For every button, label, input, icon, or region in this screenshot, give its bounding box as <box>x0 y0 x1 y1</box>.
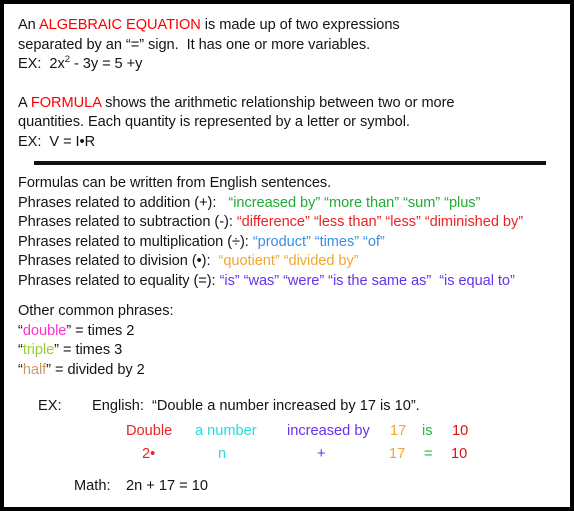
phrase-label: Phrases related to division (•): <box>18 253 211 269</box>
definition-algebraic-equation: An ALGEBRAIC EQUATION is made up of two … <box>18 16 560 75</box>
phrase-term: “less than” <box>313 214 382 230</box>
mapping-english-word: 10 <box>452 423 469 439</box>
phrase-term: “is” <box>219 272 240 289</box>
phrase-term: “was” <box>243 272 280 289</box>
mapping-english-word: is <box>422 423 433 439</box>
slide-container: An ALGEBRAIC EQUATION is made up of two … <box>0 0 574 511</box>
definition-line-1: A FORMULA shows the arithmetic relations… <box>18 94 560 114</box>
example-label: EX: <box>18 56 42 72</box>
other-phrase-definition: = divided by 2 <box>50 361 145 378</box>
definition-line-2: quantities. Each quantity is represented… <box>18 114 410 130</box>
phrase-label: Phrases related to subtraction (-): <box>18 214 233 230</box>
definition-rest: is made up of two expressions <box>200 17 400 33</box>
phrase-label: Phrases related to equality (=): <box>18 272 216 289</box>
phrase-term: “difference” <box>236 214 310 230</box>
phrase-term: “increased by” <box>228 194 321 211</box>
phrase-term: “sum” <box>403 194 441 211</box>
worked-example-math-answer: 2n + 17 = 10 <box>126 478 208 494</box>
other-phrase-item: “double” = times 2 <box>18 322 135 339</box>
phrase-term: “diminished by” <box>424 214 524 230</box>
phrases-section: Formulas can be written from English sen… <box>18 174 560 291</box>
phrase-term: “times” <box>314 233 360 250</box>
phrase-term: “divided by” <box>283 253 359 269</box>
definition-example: EX: 2x2 - 3y = 5 +y <box>18 55 560 75</box>
other-phrase-term: double <box>22 322 67 339</box>
phrase-term: “product” <box>252 233 311 250</box>
worked-example-section: EX: English: “Double a number increased b… <box>18 396 560 496</box>
phrase-term: “is equal to” <box>439 272 515 289</box>
slide-content: An ALGEBRAIC EQUATION is made up of two … <box>4 4 570 507</box>
other-phrase-definition: = times 3 <box>58 342 123 358</box>
phrase-term: “is the same as” <box>328 272 432 289</box>
phrase-row-multiplication: Phrases related to multiplication (÷): “… <box>18 233 560 253</box>
worked-example-english-line: EX: English: “Double a number increased b… <box>18 396 560 416</box>
other-phrases-heading: Other common phrases: <box>18 303 174 319</box>
definition-rest: shows the arithmetic relationship betwee… <box>101 94 455 111</box>
phrase-row-division: Phrases related to division (•): “quotie… <box>18 252 560 272</box>
phrase-label: Phrases related to multiplication (÷): <box>18 233 249 250</box>
definition-line-2: separated by an “=” sign. It has one or … <box>18 36 371 53</box>
definition-formula: A FORMULA shows the arithmetic relations… <box>18 94 560 153</box>
worked-example-english-sentence: “Double a number increased by 17 is 10”. <box>152 398 420 414</box>
definition-keyword: FORMULA <box>30 94 102 111</box>
other-phrase-definition: = times 2 <box>71 322 135 339</box>
definition-lead: A <box>18 94 31 111</box>
example-pre: V = I•R <box>41 133 96 150</box>
section-divider <box>34 161 546 165</box>
phrase-term: “quotient” <box>218 253 280 269</box>
phrase-row-equality: Phrases related to equality (=): “is” “w… <box>18 272 560 292</box>
worked-example-spacer <box>18 416 560 423</box>
definition-lead: An <box>18 17 39 33</box>
phrase-term: “less” <box>385 214 421 230</box>
mapping-english-word: Double <box>126 423 173 439</box>
other-phrase-item: “triple” = times 3 <box>18 342 123 358</box>
mapping-math-symbol: + <box>317 446 326 462</box>
mapping-english-word: increased by <box>287 423 370 439</box>
phrase-gap <box>216 195 228 211</box>
phrase-term: “were” <box>283 272 325 289</box>
phrase-term: “more than” <box>324 194 400 211</box>
phrase-term: “of” <box>363 233 385 250</box>
other-phrase-term: half <box>22 361 47 378</box>
phrase-term: “plus” <box>444 194 481 211</box>
mapping-english-word: 17 <box>390 423 407 439</box>
phrase-row-subtraction: Phrases related to subtraction (-): “dif… <box>18 213 560 233</box>
example-label: EX: <box>18 133 42 150</box>
section-divider-wrap <box>18 161 560 165</box>
phrase-row-addition: Phrases related to addition (+): “increa… <box>18 194 560 214</box>
other-phrase-term: triple <box>22 342 55 358</box>
worked-example-ex-label: EX: <box>38 398 62 414</box>
worked-example-english-mapping-row: Double a number increased by 17 is 10 <box>18 423 560 446</box>
example-pre: 2x <box>41 56 65 72</box>
phrase-label: Phrases related to addition (+): <box>18 194 217 211</box>
definition-keyword: ALGEBRAIC EQUATION <box>38 17 201 33</box>
mapping-math-symbol: = <box>424 446 433 462</box>
mapping-english-word: a number <box>195 423 257 439</box>
worked-example-math-mapping-row: 2• n + 17 = 10 <box>18 446 560 469</box>
other-phrases-section: Other common phrases: “double” = times 2… <box>18 302 560 380</box>
phrases-intro: Formulas can be written from English sen… <box>18 175 332 191</box>
example-post: - 3y = 5 +y <box>69 56 143 72</box>
worked-example-math-line: Math: 2n + 17 = 10 <box>18 476 560 496</box>
worked-example-math-label: Math: <box>74 478 111 494</box>
other-phrase-item: “half” = divided by 2 <box>18 361 145 378</box>
mapping-math-symbol: n <box>218 446 227 462</box>
mapping-math-symbol: 10 <box>451 446 468 462</box>
worked-example-english-label: English: <box>92 398 144 414</box>
definition-example: EX: V = I•R <box>18 133 560 153</box>
mapping-math-symbol: 17 <box>389 446 406 462</box>
definition-line-1: An ALGEBRAIC EQUATION is made up of two … <box>18 16 560 36</box>
mapping-math-symbol: 2• <box>142 446 156 462</box>
